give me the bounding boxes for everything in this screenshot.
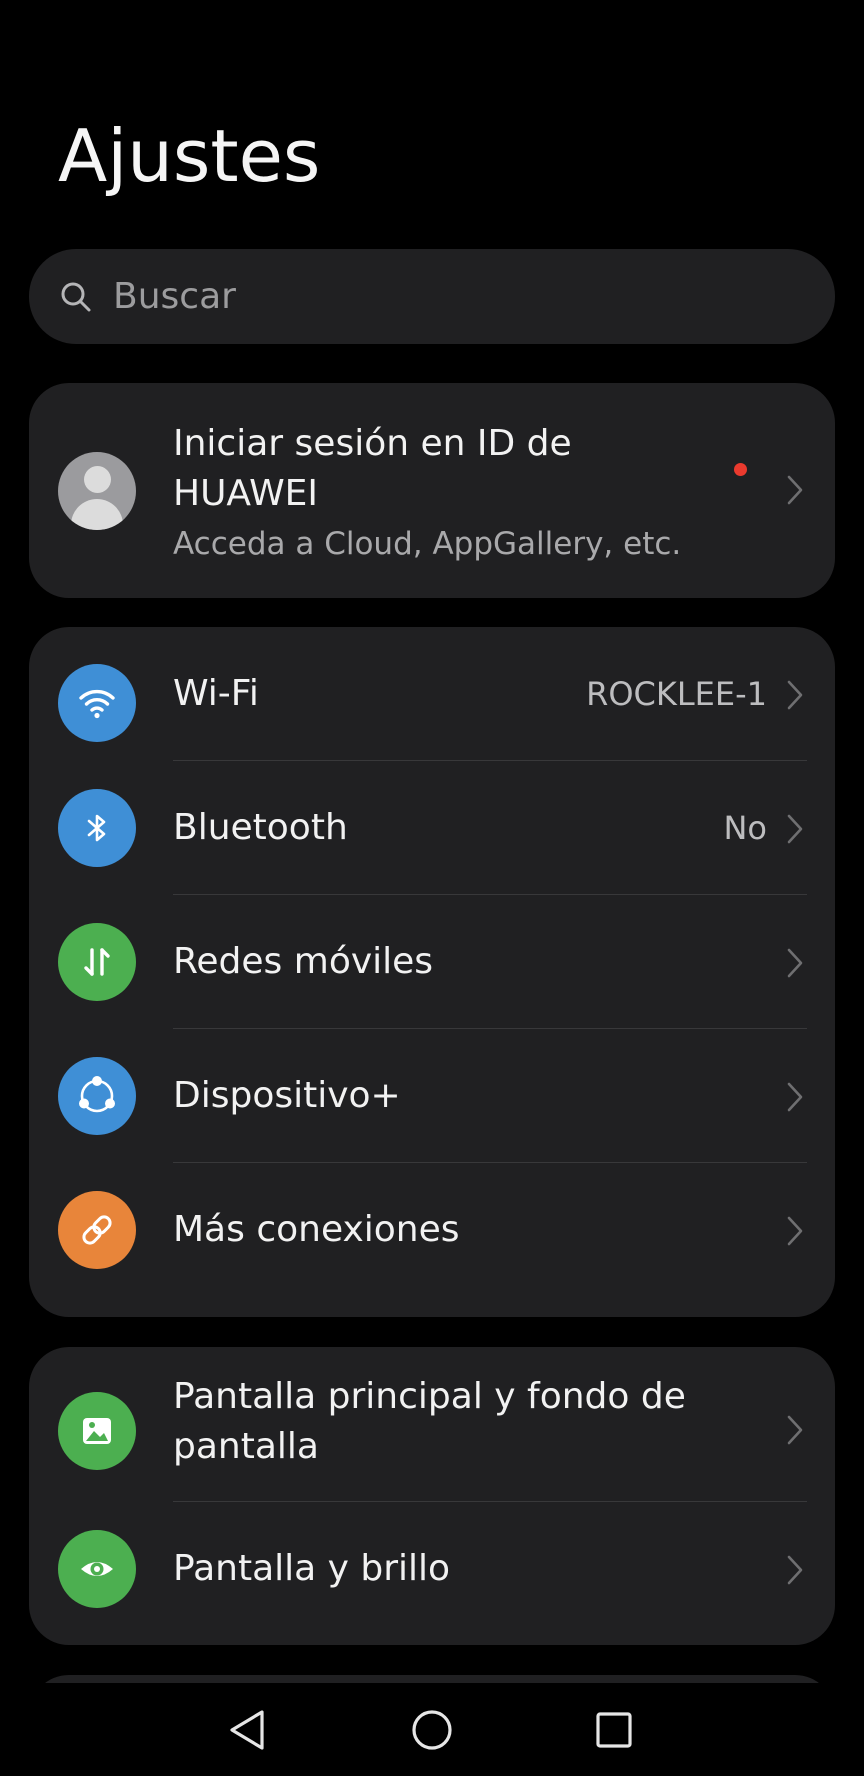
device-plus-icon [58, 1057, 136, 1135]
display-card: Pantalla principal y fondo de pantalla P… [29, 1347, 835, 1645]
chevron-right-icon [785, 812, 805, 846]
wifi-icon [58, 664, 136, 742]
settings-item-mobile-networks[interactable]: Redes móviles [29, 895, 835, 1029]
link-icon [58, 1191, 136, 1269]
chevron-right-icon [785, 1214, 805, 1248]
account-subtitle: Acceda a Cloud, AppGallery, etc. [173, 526, 682, 562]
settings-item-value: No [723, 809, 767, 847]
search-bar[interactable]: Buscar [29, 249, 835, 344]
chevron-right-icon [785, 1553, 805, 1587]
settings-item-label: Bluetooth [173, 807, 348, 848]
search-icon [59, 280, 93, 314]
eye-icon [58, 1530, 136, 1608]
mobile-data-icon [58, 923, 136, 1001]
settings-item-bluetooth[interactable]: Bluetooth No [29, 761, 835, 895]
chevron-right-icon [785, 678, 805, 712]
account-title: Iniciar sesión en ID de HUAWEI [173, 423, 572, 514]
settings-item-label: Más conexiones [173, 1209, 460, 1250]
chevron-right-icon [785, 946, 805, 980]
settings-item-more-connections[interactable]: Más conexiones [29, 1163, 835, 1297]
search-placeholder: Buscar [113, 276, 236, 317]
home-circle-icon [412, 1710, 452, 1750]
chevron-right-icon [785, 1413, 805, 1447]
bluetooth-icon [58, 789, 136, 867]
navigation-bar [0, 1683, 864, 1776]
wallpaper-icon [58, 1392, 136, 1470]
settings-item-display-brightness[interactable]: Pantalla y brillo [29, 1502, 835, 1636]
settings-item-wifi[interactable]: Wi-Fi ROCKLEE-1 [29, 627, 835, 761]
settings-item-label: Dispositivo+ [173, 1075, 401, 1116]
connections-card: Wi-Fi ROCKLEE-1 Bluetooth No Redes móvil… [29, 627, 835, 1317]
settings-item-label: Pantalla y brillo [173, 1548, 451, 1589]
settings-item-value: ROCKLEE-1 [586, 675, 767, 713]
account-card[interactable]: Iniciar sesión en ID de HUAWEI Acceda a … [29, 383, 835, 598]
chevron-right-icon [785, 473, 805, 507]
settings-item-home-screen-wallpaper[interactable]: Pantalla principal y fondo de pantalla [29, 1347, 835, 1502]
back-button[interactable] [222, 1705, 272, 1755]
settings-item-label: Redes móviles [173, 941, 434, 982]
notification-dot [734, 463, 747, 476]
settings-item-label: Wi-Fi [173, 673, 259, 714]
settings-item-label: Pantalla principal y fondo de pantalla [173, 1376, 686, 1467]
home-button[interactable] [407, 1705, 457, 1755]
back-triangle-icon [230, 1710, 264, 1750]
recents-square-icon [596, 1712, 632, 1748]
settings-item-device-plus[interactable]: Dispositivo+ [29, 1029, 835, 1163]
page-title: Ajustes [58, 114, 321, 198]
chevron-right-icon [785, 1080, 805, 1114]
recents-button[interactable] [589, 1705, 639, 1755]
avatar-icon [58, 452, 136, 530]
